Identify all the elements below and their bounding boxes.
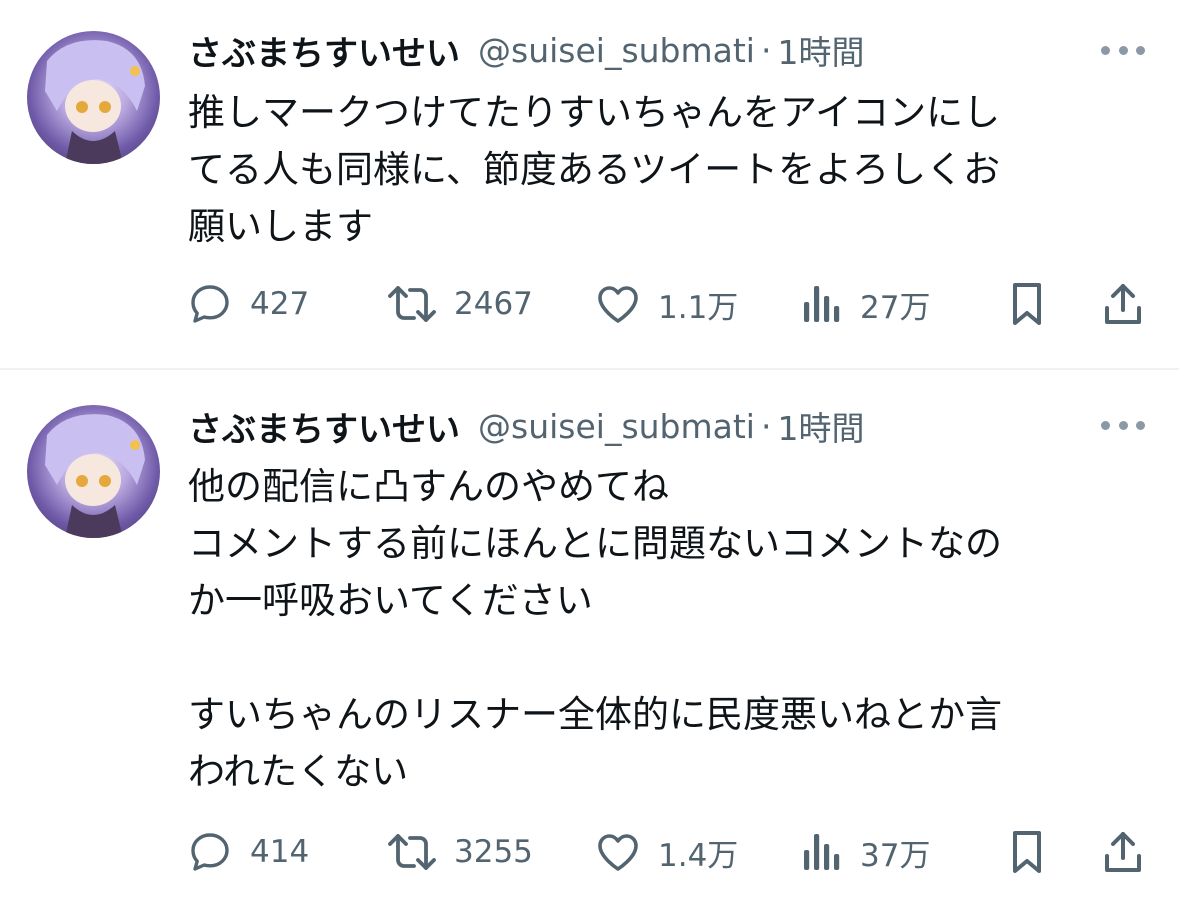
reply-icon bbox=[191, 285, 229, 323]
retweet-icon bbox=[388, 286, 436, 322]
tweet-header: さぶまちすいせい @suisei_submati · 1時間 bbox=[188, 25, 864, 75]
retweet-count: 2467 bbox=[454, 286, 533, 322]
handle[interactable]: @suisei_submati bbox=[478, 407, 755, 446]
more-icon[interactable] bbox=[1101, 40, 1145, 60]
views-count: 37万 bbox=[860, 837, 931, 874]
share-button[interactable] bbox=[1100, 274, 1146, 334]
reply-count: 427 bbox=[250, 286, 310, 322]
share-button[interactable] bbox=[1100, 822, 1146, 882]
views-count: 27万 bbox=[860, 289, 931, 326]
tweet[interactable]: さぶまちすいせい @suisei_submati · 1時間 他の配信に凸すんの… bbox=[0, 370, 1179, 902]
reply-button[interactable]: 427 bbox=[186, 274, 309, 334]
retweet-icon bbox=[388, 834, 436, 870]
retweet-count: 3255 bbox=[454, 834, 533, 870]
action-bar: 414 3255 1.4万 37万 bbox=[0, 822, 1179, 882]
retweet-button[interactable]: 3255 bbox=[386, 822, 533, 882]
handle[interactable]: @suisei_submati bbox=[478, 31, 755, 70]
avatar[interactable] bbox=[27, 405, 160, 538]
more-icon[interactable] bbox=[1101, 415, 1145, 435]
reply-count: 414 bbox=[250, 834, 310, 870]
share-icon bbox=[1105, 284, 1141, 324]
tweet-header: さぶまちすいせい @suisei_submati · 1時間 bbox=[188, 401, 864, 451]
display-name[interactable]: さぶまちすいせい bbox=[188, 26, 460, 75]
separator: · bbox=[760, 30, 772, 70]
tweet-text: 他の配信に凸すんのやめてね コメントする前にほんとに問題ないコメントなの か一呼… bbox=[188, 465, 1002, 793]
bookmark-button[interactable] bbox=[1004, 822, 1050, 882]
reply-button[interactable]: 414 bbox=[186, 822, 309, 882]
tweet[interactable]: さぶまちすいせい @suisei_submati · 1時間 推しマークつけてた… bbox=[0, 0, 1179, 368]
share-icon bbox=[1105, 832, 1141, 872]
bookmark-icon bbox=[1013, 831, 1041, 873]
views-button[interactable]: 37万 bbox=[800, 822, 930, 882]
views-button[interactable]: 27万 bbox=[800, 274, 930, 334]
tweet-text: 推しマークつけてたりすいちゃんをアイコンにし てる人も同様に、節度あるツイートを… bbox=[188, 91, 1001, 248]
timestamp[interactable]: 1時間 bbox=[777, 402, 864, 450]
like-icon bbox=[598, 834, 638, 871]
avatar[interactable] bbox=[27, 31, 160, 164]
views-icon bbox=[804, 286, 840, 322]
like-button[interactable]: 1.1万 bbox=[594, 274, 738, 334]
like-button[interactable]: 1.4万 bbox=[594, 822, 738, 882]
bookmark-button[interactable] bbox=[1004, 274, 1050, 334]
display-name[interactable]: さぶまちすいせい bbox=[188, 402, 460, 451]
reply-icon bbox=[191, 833, 229, 871]
timestamp[interactable]: 1時間 bbox=[777, 26, 864, 74]
like-count: 1.1万 bbox=[658, 289, 739, 326]
action-bar: 427 2467 1.1万 27万 bbox=[0, 274, 1179, 334]
bookmark-icon bbox=[1013, 283, 1041, 325]
retweet-button[interactable]: 2467 bbox=[386, 274, 533, 334]
views-icon bbox=[804, 834, 840, 870]
like-count: 1.4万 bbox=[658, 837, 739, 874]
like-icon bbox=[598, 286, 638, 323]
separator: · bbox=[760, 406, 772, 446]
